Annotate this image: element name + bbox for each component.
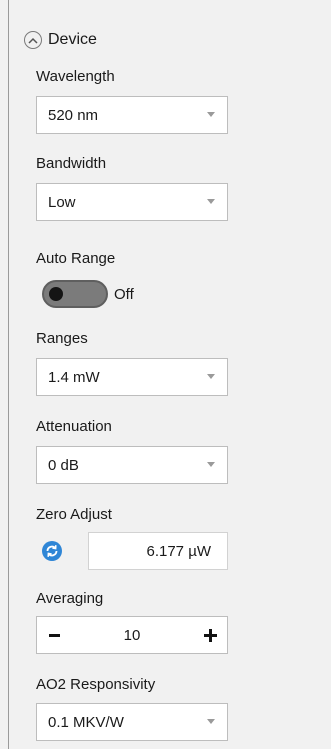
wavelength-dropdown[interactable]: 520 nm: [36, 96, 228, 134]
attenuation-value: 0 dB: [48, 456, 79, 474]
zero-adjust-value: 6.177 µW: [88, 532, 228, 570]
ao2-responsivity-dropdown[interactable]: 0.1 MKV/W: [36, 703, 228, 741]
dropdown-arrow-icon: [207, 112, 215, 117]
panel-left-border: [0, 0, 9, 749]
wavelength-value: 520 nm: [48, 106, 99, 124]
chevron-up-icon[interactable]: [24, 31, 42, 49]
auto-range-label: Auto Range: [36, 250, 116, 267]
ao2-responsivity-label: AO2 Responsivity: [36, 676, 156, 693]
auto-range-toggle-group: Off: [42, 280, 134, 308]
ao2-responsivity-value: 0.1 MKV/W: [48, 713, 124, 731]
bandwidth-dropdown[interactable]: Low: [36, 183, 228, 221]
auto-range-state: Off: [114, 285, 134, 303]
zero-adjust-label: Zero Adjust: [36, 506, 112, 523]
dropdown-arrow-icon: [207, 462, 215, 467]
device-section-header[interactable]: Device: [24, 28, 97, 52]
minus-icon: [48, 633, 60, 637]
auto-range-toggle[interactable]: [42, 280, 108, 308]
ranges-dropdown[interactable]: 1.4 mW: [36, 358, 228, 396]
attenuation-dropdown[interactable]: 0 dB: [36, 446, 228, 484]
refresh-icon[interactable]: [40, 539, 64, 563]
dropdown-arrow-icon: [207, 199, 215, 204]
wavelength-label: Wavelength: [36, 68, 115, 85]
ranges-label: Ranges: [36, 330, 88, 347]
bandwidth-value: Low: [48, 193, 76, 211]
attenuation-label: Attenuation: [36, 418, 112, 435]
dropdown-arrow-icon: [207, 374, 215, 379]
averaging-stepper: 10: [36, 616, 228, 654]
section-title: Device: [48, 31, 97, 48]
dropdown-arrow-icon: [207, 719, 215, 724]
increment-button[interactable]: [193, 617, 227, 653]
averaging-label: Averaging: [36, 590, 104, 607]
plus-icon: [203, 628, 217, 642]
decrement-button[interactable]: [37, 617, 71, 653]
toggle-knob: [49, 287, 63, 301]
bandwidth-label: Bandwidth: [36, 155, 107, 172]
ranges-value: 1.4 mW: [48, 368, 100, 386]
zero-adjust-row: 6.177 µW: [36, 532, 228, 570]
averaging-value: 10: [123, 626, 141, 644]
